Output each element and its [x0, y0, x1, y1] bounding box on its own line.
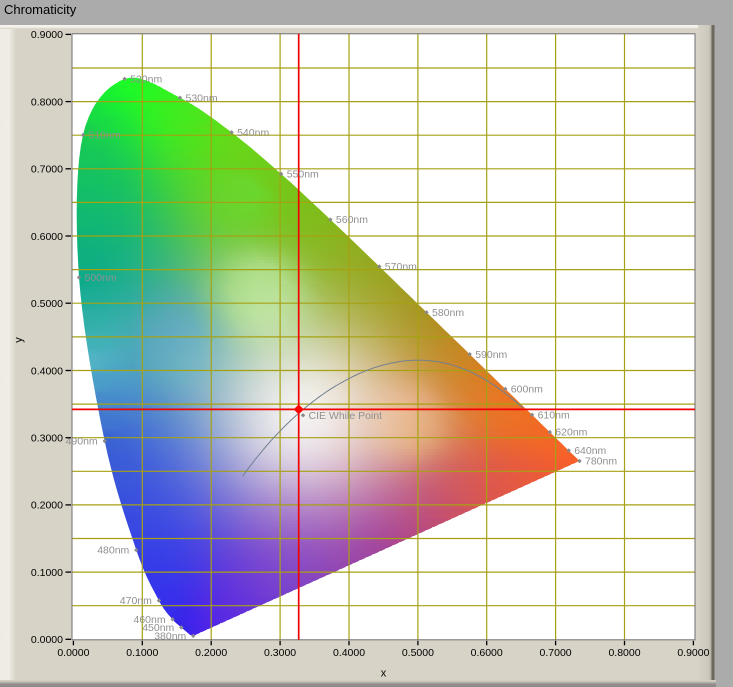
svg-text:0.0000: 0.0000: [31, 634, 63, 646]
svg-text:470nm: 470nm: [120, 595, 152, 607]
svg-text:0.4000: 0.4000: [333, 647, 365, 659]
svg-text:600nm: 600nm: [511, 384, 543, 396]
svg-text:CIE While Point: CIE While Point: [309, 410, 383, 422]
svg-text:0.6000: 0.6000: [31, 231, 63, 243]
svg-text:590nm: 590nm: [475, 349, 507, 361]
svg-text:0.8000: 0.8000: [31, 96, 63, 108]
svg-text:0.1000: 0.1000: [31, 567, 63, 579]
svg-text:560nm: 560nm: [336, 214, 368, 226]
svg-text:0.3000: 0.3000: [31, 433, 63, 445]
svg-text:540nm: 540nm: [237, 127, 269, 139]
svg-text:0.5000: 0.5000: [402, 647, 434, 659]
svg-text:780nm: 780nm: [585, 456, 617, 468]
svg-text:480nm: 480nm: [97, 545, 129, 557]
svg-text:0.7000: 0.7000: [540, 647, 572, 659]
svg-text:610nm: 610nm: [538, 409, 570, 421]
svg-text:0.5000: 0.5000: [31, 298, 63, 310]
svg-text:530nm: 530nm: [186, 92, 218, 104]
svg-text:0.0000: 0.0000: [57, 647, 89, 659]
svg-text:0.3000: 0.3000: [264, 647, 296, 659]
svg-text:0.2000: 0.2000: [31, 500, 63, 512]
svg-text:0.6000: 0.6000: [471, 647, 503, 659]
svg-text:0.4000: 0.4000: [31, 365, 63, 377]
svg-text:570nm: 570nm: [385, 261, 417, 273]
svg-text:0.7000: 0.7000: [31, 164, 63, 176]
svg-text:0.8000: 0.8000: [608, 647, 640, 659]
svg-text:0.1000: 0.1000: [126, 647, 158, 659]
svg-text:510nm: 510nm: [89, 130, 121, 142]
svg-text:y: y: [13, 337, 25, 343]
svg-text:500nm: 500nm: [85, 272, 117, 284]
svg-text:520nm: 520nm: [130, 74, 162, 86]
svg-text:620nm: 620nm: [555, 427, 587, 439]
svg-text:0.2000: 0.2000: [195, 647, 227, 659]
svg-text:0.9000: 0.9000: [677, 647, 709, 659]
svg-text:x: x: [381, 668, 387, 680]
svg-text:0.9000: 0.9000: [31, 29, 63, 41]
svg-text:550nm: 550nm: [287, 169, 319, 181]
svg-text:580nm: 580nm: [432, 307, 464, 319]
svg-text:380nm: 380nm: [154, 631, 186, 643]
